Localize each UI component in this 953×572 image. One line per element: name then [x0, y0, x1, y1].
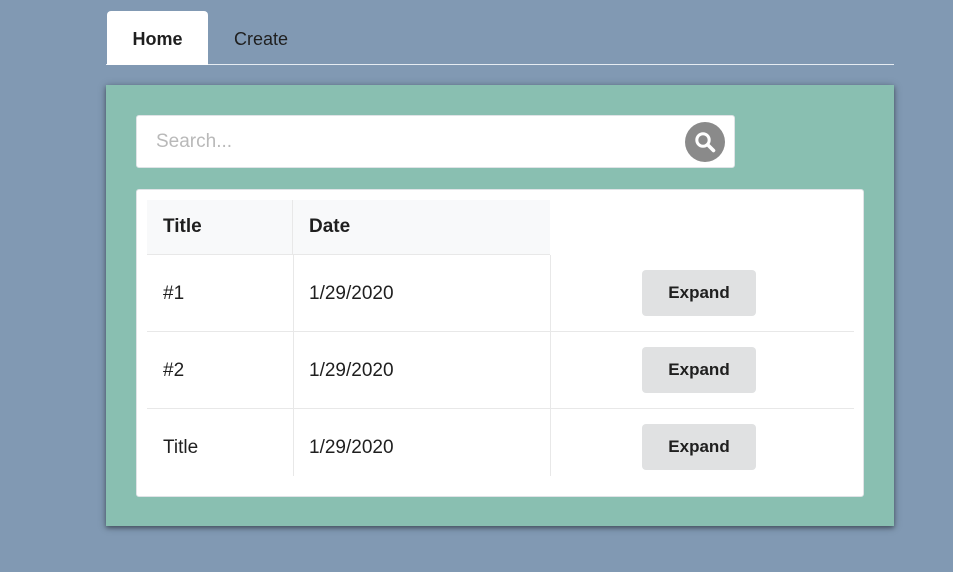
expand-button[interactable]: Expand — [642, 347, 756, 393]
search-button[interactable] — [685, 122, 725, 162]
cell-title: #1 — [163, 283, 185, 304]
tab-create[interactable]: Create — [208, 11, 314, 65]
search-input[interactable] — [137, 116, 677, 167]
cell-title: #2 — [163, 360, 185, 381]
cell-title: Title — [163, 437, 199, 458]
search-bar — [136, 115, 735, 168]
search-icon — [695, 132, 716, 153]
column-header-date: Date — [309, 216, 351, 237]
table-row: Title 1/29/2020 Expand — [147, 409, 854, 486]
main-panel: Title Date #1 1/29/2020 Expand #2 1/29/2… — [106, 85, 894, 526]
tab-bar: Home Create — [106, 11, 894, 65]
cell-date: 1/29/2020 — [309, 437, 394, 458]
column-divider — [550, 332, 551, 409]
cell-date: 1/29/2020 — [309, 360, 394, 381]
column-divider — [550, 255, 551, 332]
results-table: Title Date #1 1/29/2020 Expand #2 1/29/2… — [136, 189, 864, 497]
tab-home[interactable]: Home — [107, 11, 208, 65]
table-header: Title Date — [147, 200, 550, 255]
column-divider — [550, 409, 551, 476]
column-header-title: Title — [147, 200, 293, 254]
expand-button[interactable]: Expand — [642, 424, 756, 470]
table-row: #1 1/29/2020 Expand — [147, 255, 854, 332]
cell-date: 1/29/2020 — [309, 283, 394, 304]
table-row: #2 1/29/2020 Expand — [147, 332, 854, 409]
expand-button[interactable]: Expand — [642, 270, 756, 316]
